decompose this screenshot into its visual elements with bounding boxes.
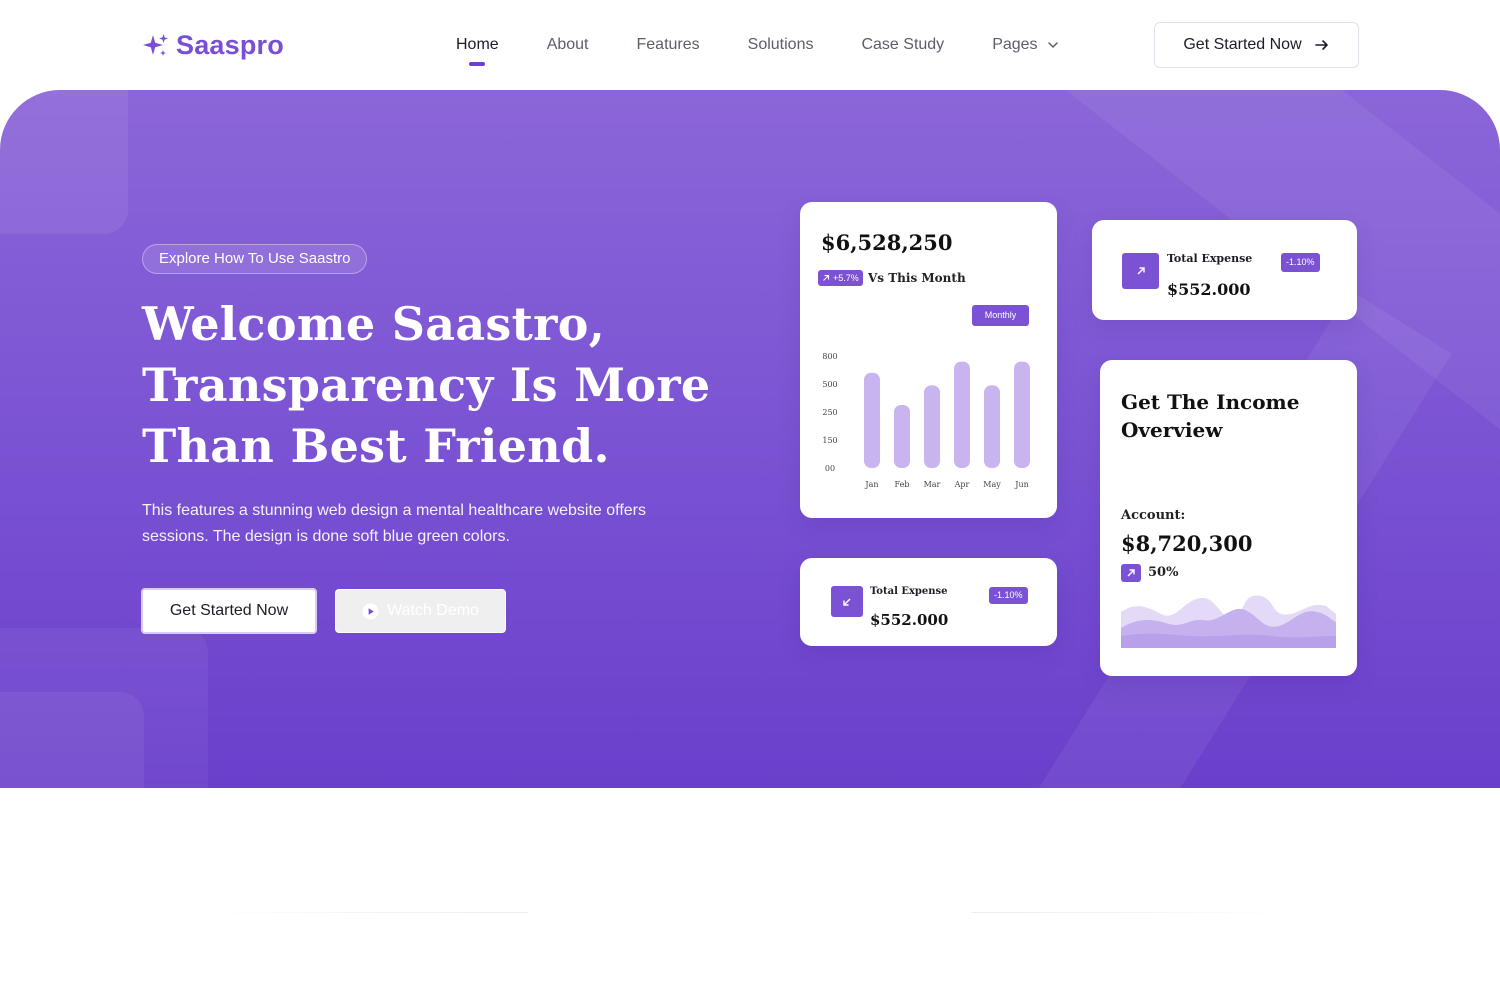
- x-tick-label: Jun: [1014, 480, 1029, 489]
- x-tick-label: Feb: [895, 480, 910, 489]
- arrow-up-right-icon: [823, 274, 830, 281]
- account-label: Account:: [1121, 508, 1186, 523]
- nav-pages-label: Pages: [992, 36, 1038, 53]
- revenue-bar-chart: 800 500 250 150 00 Jan Feb Mar Apr May Jun: [822, 352, 1030, 489]
- headline-line: Than Best Friend.: [142, 419, 610, 473]
- expense-icon-box: [831, 586, 863, 617]
- expense-change-badge: -1.10%: [989, 587, 1028, 604]
- x-tick-label: May: [983, 480, 1001, 489]
- hero-pill-link[interactable]: Explore How To Use Saastro: [142, 244, 368, 274]
- revenue-delta-badge: +5.7%: [818, 270, 863, 286]
- expense-label: Total Expense: [870, 586, 948, 597]
- nav-solutions[interactable]: Solutions: [748, 36, 814, 54]
- brand-name: Saaspro: [176, 30, 284, 60]
- expense-value: $552.000: [870, 611, 949, 629]
- nav-get-started-button[interactable]: Get Started Now: [1154, 22, 1359, 68]
- revenue-card: $6,528,250 +5.7% Vs This Month Monthly 8…: [800, 202, 1057, 518]
- nav-cta-label: Get Started Now: [1183, 36, 1302, 53]
- nav-about[interactable]: About: [547, 36, 589, 54]
- revenue-delta: +5.7%: [833, 273, 859, 283]
- chevron-down-icon: [1047, 42, 1058, 49]
- y-tick-label: 500: [822, 380, 837, 389]
- income-overview-card: Get The Income Overview Account: $8,720,…: [1100, 360, 1357, 676]
- y-tick-label: 150: [822, 436, 837, 445]
- revenue-amount: $6,528,250: [821, 230, 953, 255]
- hero-get-started-button[interactable]: Get Started Now: [141, 588, 317, 634]
- brand-logo[interactable]: Saaspro: [142, 30, 284, 61]
- hero-headline: Welcome Saastro, Transparency Is More Th…: [142, 294, 742, 477]
- watch-demo-label: Watch Demo: [387, 602, 479, 619]
- decor-shape: [0, 692, 144, 788]
- revenue-comparison: Vs This Month: [868, 271, 966, 285]
- expense-change-badge: -1.10%: [1281, 253, 1320, 272]
- nav-case-study[interactable]: Case Study: [861, 36, 944, 54]
- y-tick-label: 250: [822, 408, 837, 417]
- bar-mar: [924, 385, 940, 468]
- account-percent: 50%: [1148, 565, 1179, 580]
- account-value: $8,720,300: [1121, 531, 1253, 556]
- divider-line: [196, 912, 528, 913]
- income-wave-chart: [1121, 595, 1336, 648]
- main-menu: Home About Features Solutions Case Study…: [456, 36, 1108, 66]
- bar-apr: [954, 361, 970, 468]
- arrow-up-right-icon: [1137, 267, 1145, 275]
- expense-card: Total Expense $552.000 -1.10%: [800, 558, 1057, 646]
- watch-demo-button[interactable]: Watch Demo: [335, 589, 506, 633]
- expense-card: Total Expense $552.000 -1.10%: [1092, 220, 1357, 320]
- expense-icon-box: [1122, 253, 1159, 289]
- arrow-down-left-icon: [843, 598, 851, 606]
- hero-section: Explore How To Use Saastro Welcome Saast…: [0, 90, 1500, 788]
- bar-may: [984, 385, 1000, 468]
- sparkle-icon: [143, 33, 168, 56]
- y-tick-label: 00: [825, 464, 835, 473]
- expense-value: $552.000: [1167, 280, 1251, 299]
- headline-line: Transparency Is More: [142, 358, 711, 412]
- x-tick-label: Mar: [924, 480, 941, 489]
- bar-jun: [1014, 361, 1030, 468]
- nav-features[interactable]: Features: [637, 36, 700, 54]
- arrow-up-right-icon: [1127, 569, 1135, 577]
- bar-jan: [864, 372, 880, 468]
- y-tick-label: 800: [822, 352, 837, 361]
- expense-label: Total Expense: [1167, 252, 1253, 265]
- percent-icon-box: [1121, 564, 1141, 582]
- x-tick-label: Jan: [864, 480, 878, 489]
- x-tick-label: Apr: [954, 480, 970, 489]
- arrow-right-icon: [1314, 40, 1328, 50]
- divider-line: [972, 912, 1304, 913]
- hero-subtitle: This features a stunning web design a me…: [142, 502, 646, 545]
- headline-line: Welcome Saastro,: [142, 297, 606, 351]
- period-selector[interactable]: Monthly: [972, 305, 1029, 326]
- bar-feb: [894, 405, 910, 468]
- play-circle-icon: [362, 602, 379, 620]
- nav-pages[interactable]: Pages: [992, 36, 1059, 54]
- nav-home[interactable]: Home: [456, 36, 499, 66]
- top-navbar: Saaspro Home About Features Solutions Ca…: [0, 0, 1500, 90]
- income-title: Get The Income Overview: [1121, 390, 1300, 442]
- decor-shape: [0, 90, 128, 234]
